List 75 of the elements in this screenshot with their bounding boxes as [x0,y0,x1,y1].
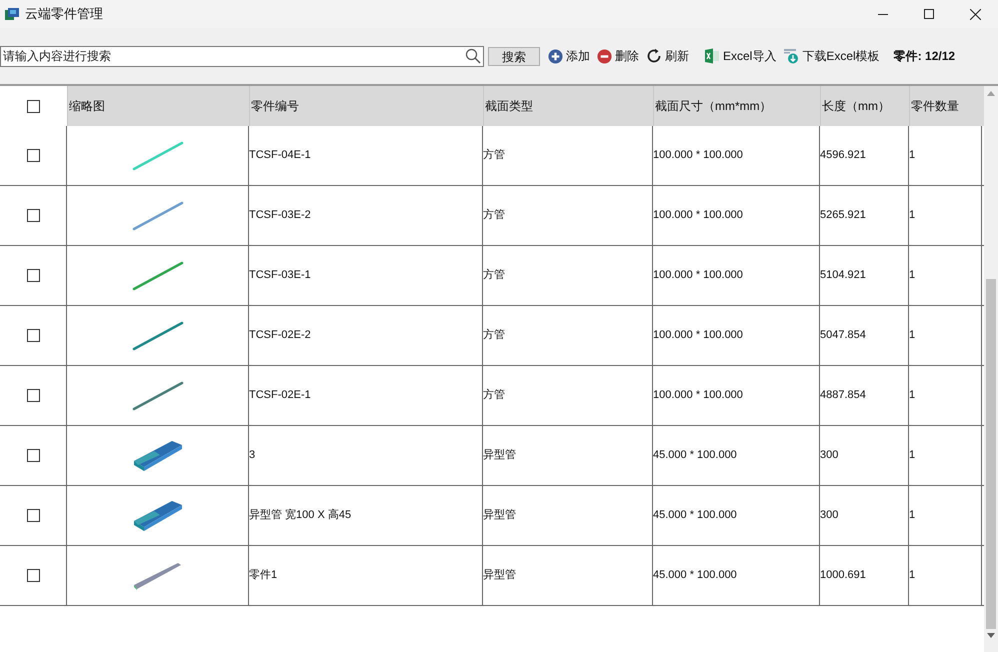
table-cell-text: 100.000 * 100.000 [653,148,743,164]
checkbox[interactable] [27,100,40,112]
search-field[interactable]: 请输入内容进行搜索 [0,46,484,66]
refresh-icon [646,48,662,64]
table-cell-text: 1 [909,568,916,584]
table-cell-text: 300 [820,448,838,464]
table-cell-text: 1 [909,328,916,344]
table-cell-text: 300 [820,508,838,524]
part-count: 零件: 12/12 [894,48,956,65]
checkbox[interactable] [26,329,40,342]
table-cell-text: 方管 [483,208,505,224]
table-cell-text: TCSF-03E-2 [249,208,311,224]
checkbox[interactable] [26,509,40,522]
checkbox[interactable] [26,149,40,162]
table-cell-text: 零件1 [249,568,278,584]
app-icon [5,8,19,20]
checkbox[interactable] [26,569,40,582]
search-button[interactable]: 搜索 [488,46,540,66]
table-cell-text: 4596.921 [820,148,866,164]
table-cell-text: 4887.854 [820,388,866,404]
toolbar-button[interactable]: Excel导入 [704,47,776,65]
table-cell-text: 100.000 * 100.000 [653,268,743,284]
close-icon [970,8,980,20]
spreadsheet-icon [704,48,720,64]
plus-icon [548,48,563,64]
column-header[interactable]: 缩略图 [67,86,249,126]
table-cell-text: TCSF-03E-1 [249,268,311,284]
table-cell-text: TCSF-04E-1 [249,148,311,164]
checkbox[interactable] [26,209,40,222]
table-cell-text: 5047.854 [820,328,866,344]
table-cell-text: 异型管 [483,448,516,464]
toolbar-button[interactable]: 刷新 [646,47,689,65]
table-cell-text: 方管 [483,328,505,344]
toolbar-button[interactable]: 删除 [597,47,639,65]
table-cell-text: 45.000 * 100.000 [653,568,737,584]
window-title: 云端零件管理 [25,5,103,24]
table-cell-text: 100.000 * 100.000 [653,388,743,404]
column-header[interactable]: 零件数量 [909,86,982,126]
minus-icon [597,48,612,64]
table-cell-text: 100.000 * 100.000 [653,208,743,224]
table-cell-text: 1 [909,148,916,164]
toolbar-button[interactable]: 添加 [548,47,590,65]
column-header[interactable]: 截面类型 [483,86,653,126]
table-cell-text: 5265.921 [820,208,866,224]
table-cell-text: 1 [909,508,916,524]
table-cell-text: 3 [249,448,256,464]
table-cell-text: TCSF-02E-1 [249,388,311,404]
table-cell-text: 100.000 * 100.000 [653,328,743,344]
search-icon[interactable] [465,48,481,64]
table-cell-text: 方管 [483,388,505,404]
column-header[interactable]: 长度（mm） [820,86,909,126]
checkbox[interactable] [26,269,40,282]
table-cell-text: 5104.921 [820,268,866,284]
scroll-down-icon[interactable] [987,633,995,639]
maximize-icon [924,9,934,19]
column-header[interactable]: 截面尺寸（mm*mm） [653,86,820,126]
scrollbar[interactable] [984,86,998,652]
toolbar-button[interactable]: 下载Excel模板 [783,47,880,65]
table-cell-text: 方管 [483,268,505,284]
checkbox[interactable] [26,449,40,462]
table-cell-text: 1 [909,388,916,404]
table-cell-text: 异型管 宽100 X 高45 [249,508,352,524]
column-header[interactable]: 零件编号 [249,86,483,126]
checkbox[interactable] [26,389,40,402]
table-cell-text: 异型管 [483,568,516,584]
table-cell-text: 1 [909,208,916,224]
table-cell-text: 1 [909,448,916,464]
download-icon [783,48,800,64]
table-cell-text: 方管 [483,148,505,164]
table-cell-text: 1 [909,268,916,284]
table-cell-text: 1000.691 [820,568,866,584]
table-cell-text: 45.000 * 100.000 [653,448,737,464]
table-cell-text: 异型管 [483,508,516,524]
table-cell-text: 45.000 * 100.000 [653,508,737,524]
table-cell-text: TCSF-02E-2 [249,328,311,344]
